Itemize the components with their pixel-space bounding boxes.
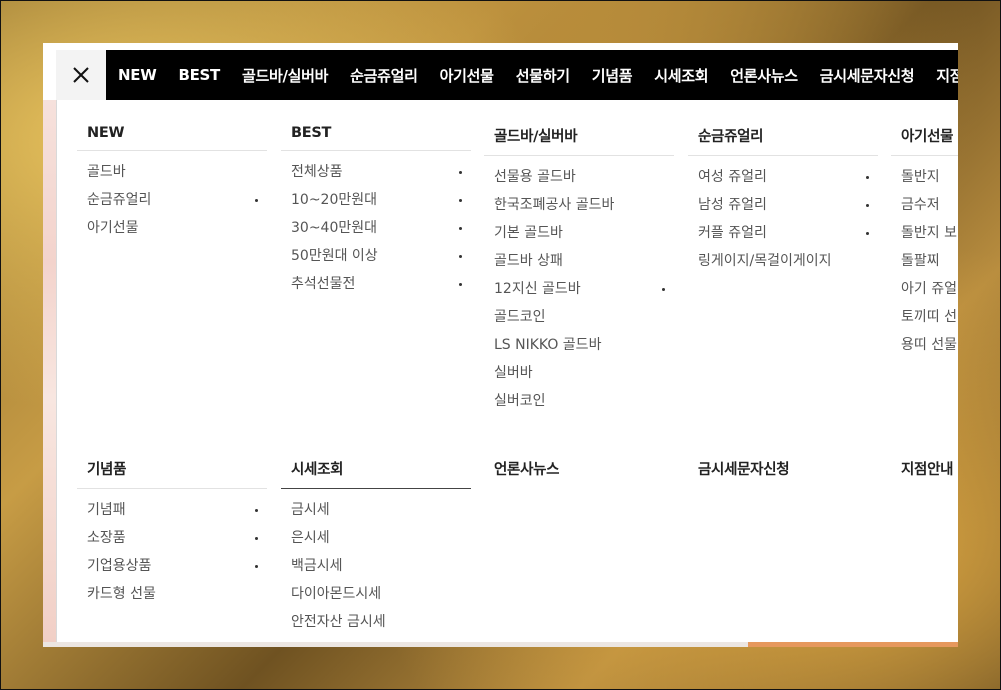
menu-column-press-news: 언론사뉴스 bbox=[484, 458, 674, 488]
menu-link[interactable]: 골드바 상패 bbox=[484, 252, 674, 280]
column-list: 전체상품 10~20만원대 30~40만원대 50만원대 이상 추석선물전 bbox=[281, 151, 471, 303]
menu-link[interactable]: 안전자산 금시세 bbox=[281, 613, 471, 641]
menu-link[interactable]: 소장품 bbox=[77, 529, 267, 557]
column-heading[interactable]: 지점안내 bbox=[891, 458, 958, 488]
column-list: 금시세 은시세 백금시세 다이아몬드시세 안전자산 금시세 bbox=[281, 489, 471, 641]
menu-link[interactable]: 추석선물전 bbox=[281, 275, 471, 303]
column-list: 여성 쥬얼리 남성 쥬얼리 커플 쥬얼리 링게이지/목걸이게이지 bbox=[688, 156, 878, 280]
close-icon bbox=[73, 67, 89, 83]
nav-item-goldbar-silverbar[interactable]: 골드바/실버바 bbox=[242, 65, 328, 86]
menu-window: NEW BEST 골드바/실버바 순금쥬얼리 아기선물 선물하기 기념품 시세조… bbox=[43, 43, 958, 647]
nav-item-branch-info[interactable]: 지점안내 bbox=[936, 65, 958, 86]
top-strip bbox=[43, 43, 958, 50]
menu-link[interactable]: 아기 쥬얼 bbox=[891, 280, 958, 308]
column-list: 기념패 소장품 기업용상품 카드형 선물 bbox=[77, 489, 267, 613]
nav-item-gifting[interactable]: 선물하기 bbox=[516, 65, 570, 86]
nav-item-souvenir[interactable]: 기념품 bbox=[592, 65, 633, 86]
nav-item-new[interactable]: NEW bbox=[118, 66, 157, 84]
menu-link[interactable]: 전체상품 bbox=[281, 163, 471, 191]
menu-column-souvenir: 기념품 기념패 소장품 기업용상품 카드형 선물 bbox=[77, 458, 267, 613]
nav-item-press-news[interactable]: 언론사뉴스 bbox=[730, 65, 798, 86]
mega-menu-panel: NEW 골드바 순금쥬얼리 아기선물 BEST 전체상품 10~20만원대 30~40만… bbox=[56, 100, 958, 642]
menu-link[interactable]: 백금시세 bbox=[281, 557, 471, 585]
menu-link[interactable]: 여성 쥬얼리 bbox=[688, 168, 878, 196]
menu-link[interactable]: 30~40만원대 bbox=[281, 219, 471, 247]
menu-link[interactable]: 10~20만원대 bbox=[281, 191, 471, 219]
menu-link[interactable]: 돌반지 bbox=[891, 168, 958, 196]
menu-link[interactable]: 돌팔찌 bbox=[891, 252, 958, 280]
menu-link[interactable]: 12지신 골드바 bbox=[484, 280, 674, 308]
menu-column-price-lookup: 시세조회 금시세 은시세 백금시세 다이아몬드시세 안전자산 금시세 bbox=[281, 458, 471, 647]
background-page-edge bbox=[43, 100, 56, 642]
menu-link[interactable]: 한국조폐공사 골드바 bbox=[484, 196, 674, 224]
menu-column-jewelry: 순금쥬얼리 여성 쥬얼리 남성 쥬얼리 커플 쥬얼리 링게이지/목걸이게이지 bbox=[688, 125, 878, 280]
menu-column-best: BEST 전체상품 10~20만원대 30~40만원대 50만원대 이상 추석선물전 bbox=[281, 125, 471, 303]
menu-link[interactable]: 골드코인 bbox=[484, 308, 674, 336]
bottom-accent bbox=[748, 642, 958, 647]
menu-link[interactable]: 실버바 bbox=[484, 364, 674, 392]
menu-column-goldbar: 골드바/실버바 선물용 골드바 한국조폐공사 골드바 기본 골드바 골드바 상패 12지… bbox=[484, 125, 674, 420]
nav-items: NEW BEST 골드바/실버바 순금쥬얼리 아기선물 선물하기 기념품 시세조… bbox=[118, 65, 958, 86]
menu-column-baby-gift: 아기선물 돌반지 금수저 돌반지 보 돌팔찌 아기 쥬얼 토끼띠 선 용띠 선물 bbox=[891, 125, 958, 364]
column-heading[interactable]: 순금쥬얼리 bbox=[688, 125, 878, 156]
menu-link[interactable]: 커플 쥬얼리 bbox=[688, 224, 878, 252]
menu-link[interactable]: 금시세 bbox=[281, 501, 471, 529]
menu-link[interactable]: 골드바 bbox=[77, 163, 267, 191]
menu-link[interactable]: 금수저 bbox=[891, 196, 958, 224]
column-heading[interactable]: NEW bbox=[77, 125, 267, 151]
top-nav-bar: NEW BEST 골드바/실버바 순금쥬얼리 아기선물 선물하기 기념품 시세조… bbox=[56, 50, 958, 100]
menu-link[interactable]: 남성 쥬얼리 bbox=[688, 196, 878, 224]
column-heading[interactable]: 금시세문자신청 bbox=[688, 458, 878, 488]
column-list: 골드바 순금쥬얼리 아기선물 bbox=[77, 151, 267, 247]
menu-link[interactable]: 카드형 선물 bbox=[77, 585, 267, 613]
menu-link[interactable]: 실버코인 bbox=[484, 392, 674, 420]
menu-column-new: NEW 골드바 순금쥬얼리 아기선물 bbox=[77, 125, 267, 247]
column-heading[interactable]: 시세조회 bbox=[281, 458, 471, 489]
menu-link[interactable]: 다이아몬드시세 bbox=[281, 585, 471, 613]
column-heading[interactable]: BEST bbox=[281, 125, 471, 151]
close-menu-button[interactable] bbox=[56, 50, 106, 100]
menu-link[interactable]: 50만원대 이상 bbox=[281, 247, 471, 275]
menu-link[interactable]: LS NIKKO 골드바 bbox=[484, 336, 674, 364]
nav-item-pure-gold-jewelry[interactable]: 순금쥬얼리 bbox=[350, 65, 418, 86]
menu-link[interactable]: 용띠 선물 bbox=[891, 336, 958, 364]
nav-item-baby-gift[interactable]: 아기선물 bbox=[440, 65, 494, 86]
column-heading[interactable]: 아기선물 bbox=[891, 125, 958, 156]
column-list: 돌반지 금수저 돌반지 보 돌팔찌 아기 쥬얼 토끼띠 선 용띠 선물 bbox=[891, 156, 958, 364]
menu-link[interactable]: 토끼띠 선 bbox=[891, 308, 958, 336]
nav-item-price-lookup[interactable]: 시세조회 bbox=[654, 65, 708, 86]
menu-column-gold-price-sms: 금시세문자신청 bbox=[688, 458, 878, 488]
menu-link[interactable]: 선물용 골드바 bbox=[484, 168, 674, 196]
menu-link[interactable]: 아기선물 bbox=[77, 219, 267, 247]
menu-link[interactable]: 돌반지 보 bbox=[891, 224, 958, 252]
column-heading[interactable]: 골드바/실버바 bbox=[484, 125, 674, 156]
menu-link[interactable]: 순금쥬얼리 bbox=[77, 191, 267, 219]
column-heading[interactable]: 언론사뉴스 bbox=[484, 458, 674, 488]
column-list: 선물용 골드바 한국조폐공사 골드바 기본 골드바 골드바 상패 12지신 골드바 골드코… bbox=[484, 156, 674, 420]
bottom-strip bbox=[43, 642, 958, 647]
column-heading[interactable]: 기념품 bbox=[77, 458, 267, 489]
menu-link[interactable]: 기본 골드바 bbox=[484, 224, 674, 252]
menu-link[interactable]: 은시세 bbox=[281, 529, 471, 557]
nav-item-best[interactable]: BEST bbox=[178, 66, 220, 84]
menu-column-branch-info: 지점안내 bbox=[891, 458, 958, 488]
menu-link[interactable]: 기업용상품 bbox=[77, 557, 267, 585]
nav-item-gold-price-sms[interactable]: 금시세문자신청 bbox=[820, 65, 915, 86]
menu-link[interactable]: 기념패 bbox=[77, 501, 267, 529]
menu-link[interactable]: 링게이지/목걸이게이지 bbox=[688, 252, 878, 280]
